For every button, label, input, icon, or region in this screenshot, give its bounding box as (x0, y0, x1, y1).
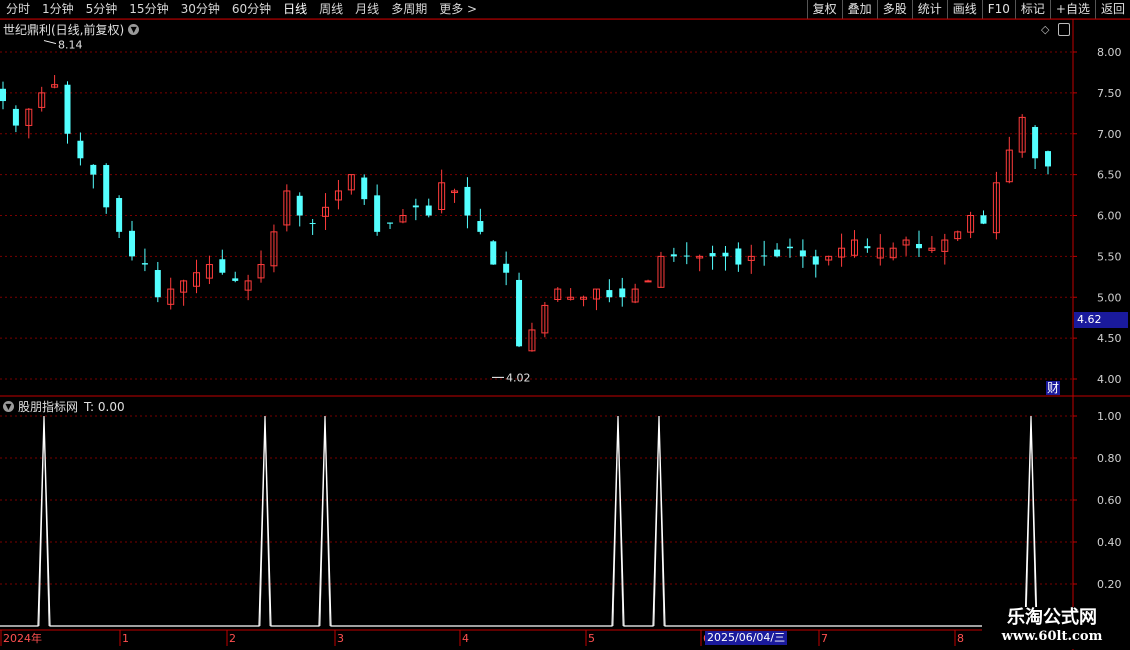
indicator-tick-label: 1.00 (1097, 410, 1122, 423)
candle-body-down (786, 246, 793, 249)
candle-body-down (296, 195, 303, 216)
candle-body-down (812, 256, 819, 265)
x-axis-label: 3 (337, 632, 344, 645)
candle-body-down (709, 253, 716, 257)
indicator-value: T: 0.00 (84, 399, 125, 414)
candle-body-down (0, 88, 6, 102)
window-icon[interactable] (1058, 23, 1070, 36)
candle-body-down (799, 250, 806, 257)
candle-body-down (915, 244, 922, 249)
candle-body-down (735, 248, 742, 265)
candle-body-down (374, 195, 381, 232)
y-tick-label: 5.00 (1097, 291, 1122, 304)
candle-body-down (761, 255, 768, 257)
candle-body-down (477, 221, 484, 232)
candle-body-down (619, 288, 626, 298)
candle-body-down (90, 164, 97, 175)
candle-body-down (670, 254, 677, 257)
candle-body-down (1045, 151, 1051, 167)
y-tick-label: 5.50 (1097, 250, 1122, 263)
y-tick-label: 7.00 (1097, 128, 1122, 141)
candle-body-down (722, 252, 729, 257)
x-axis-label: 4 (462, 632, 469, 645)
x-axis-label: 2 (229, 632, 236, 645)
candle-body-down (1032, 126, 1039, 159)
candle-body-down (77, 140, 84, 159)
y-tick-label: 6.50 (1097, 169, 1122, 182)
candle-body-down (103, 165, 110, 208)
y-tick-label: 7.50 (1097, 87, 1122, 100)
diamond-icon[interactable]: ◇ (1041, 23, 1049, 36)
main-chart-title: 世纪鼎利(日线,前复权) ▼ (3, 21, 140, 38)
indicator-name[interactable]: 股朋指标网 (18, 398, 78, 415)
candle-body-down (12, 108, 19, 126)
high-price-label: 8.14 (58, 39, 83, 52)
x-axis-label: 7 (821, 632, 828, 645)
candle-body-down (64, 84, 71, 134)
x-axis-label: 5 (588, 632, 595, 645)
kline-chart-canvas[interactable]: 8.00 7.50 7.00 6.50 6.00 5.50 5.00 4.50 4.00 1.00… (0, 0, 1130, 650)
indicator-tick-label: 0.40 (1097, 536, 1122, 549)
cursor-date-tag: 2025/06/04/三 (705, 631, 788, 645)
x-axis-label: 2024年 (3, 631, 42, 645)
indicator-title: ▼ 股朋指标网 T: 0.00 (3, 398, 125, 415)
low-price-label: 4.02 (506, 371, 531, 384)
candle-body-down (309, 223, 316, 225)
candle-body-down (980, 215, 987, 224)
current-price-tag: 4.62 (1074, 312, 1128, 328)
y-tick-label: 6.00 (1097, 210, 1122, 223)
candle-body-down (219, 259, 226, 273)
candle-body-down (864, 246, 871, 249)
candle-body-down (503, 263, 510, 273)
candle-body-down (606, 290, 613, 298)
candle-body-down (683, 255, 690, 257)
candle-body-down (361, 177, 368, 200)
indicator-tick-label: 0.20 (1097, 578, 1122, 591)
indicator-tick-label: 0.60 (1097, 494, 1122, 507)
stock-title: 世纪鼎利(日线,前复权) (3, 23, 125, 37)
candle-body-down (141, 263, 148, 265)
candle-body-down (464, 186, 471, 216)
candle-body-down (516, 279, 523, 347)
indicator-tick-label: 0.80 (1097, 452, 1122, 465)
y-tick-label: 8.00 (1097, 46, 1122, 59)
y-tick-label: 4.00 (1097, 373, 1122, 386)
site-watermark: 乐淘公式网 www.60lt.com (982, 607, 1122, 649)
watermark-title: 乐淘公式网 (1007, 607, 1097, 628)
finance-badge[interactable]: 财 (1046, 381, 1060, 395)
candle-body-up (644, 280, 652, 283)
candle-body-down (412, 205, 419, 208)
candle-body-down (116, 198, 123, 232)
candle-body-down (154, 270, 161, 298)
indicator-line (0, 415, 1070, 627)
y-tick-label: 4.50 (1097, 332, 1122, 345)
candle-body-down (129, 230, 136, 257)
watermark-url: www.60lt.com (1001, 629, 1103, 644)
candle-body-down (387, 222, 394, 224)
candle-body-down (490, 241, 497, 265)
candle-body-down (425, 205, 432, 216)
candle-body-down (232, 278, 239, 281)
x-axis-label: 8 (957, 632, 964, 645)
x-axis-label: 1 (122, 632, 129, 645)
candle-body-down (774, 249, 781, 257)
high-pointer (43, 40, 57, 45)
chevron-down-icon[interactable]: ▼ (128, 24, 140, 35)
chevron-down-icon[interactable]: ▼ (3, 401, 14, 412)
